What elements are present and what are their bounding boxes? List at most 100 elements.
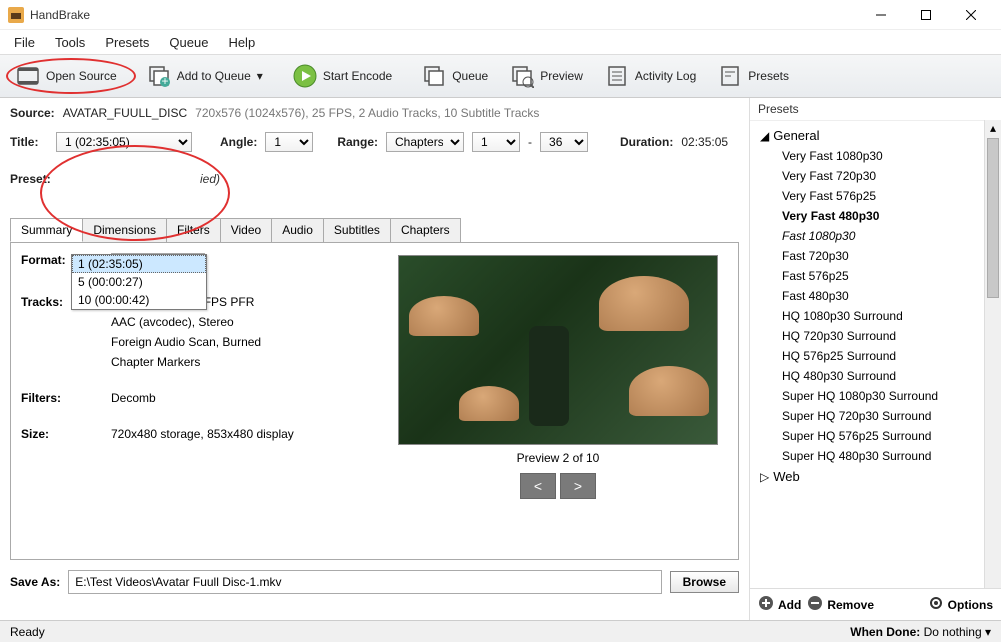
remove-preset-button[interactable]: Remove bbox=[807, 595, 874, 614]
maximize-button[interactable] bbox=[903, 0, 948, 30]
preview-next-button[interactable]: > bbox=[560, 473, 596, 499]
expanded-icon: ◢ bbox=[760, 129, 769, 143]
preview-box: Preview 2 of 10 < > bbox=[398, 255, 718, 499]
presets-sidebar: Presets ◢ GeneralVery Fast 1080p30Very F… bbox=[749, 98, 1001, 620]
source-info: 720x576 (1024x576), 25 FPS, 2 Audio Trac… bbox=[195, 106, 539, 120]
presets-scrollbar[interactable]: ▴ bbox=[984, 120, 1001, 588]
menu-help[interactable]: Help bbox=[218, 32, 265, 53]
range-from-select[interactable]: 1 bbox=[472, 132, 520, 152]
preview-label: Preview bbox=[540, 69, 583, 83]
start-encode-label: Start Encode bbox=[323, 69, 392, 83]
menubar: File Tools Presets Queue Help bbox=[0, 30, 1001, 54]
presets-header: Presets bbox=[750, 98, 1001, 120]
queue-icon bbox=[422, 64, 446, 88]
tab-summary[interactable]: Summary bbox=[10, 218, 83, 242]
svg-text:+: + bbox=[161, 74, 168, 88]
preset-item[interactable]: Fast 1080p30 bbox=[750, 226, 984, 246]
preset-item[interactable]: HQ 720p30 Surround bbox=[750, 326, 984, 346]
title-option-5[interactable]: 5 (00:00:27) bbox=[72, 273, 206, 291]
collapsed-icon: ▷ bbox=[760, 470, 769, 484]
preset-item[interactable]: Super HQ 480p30 Surround bbox=[750, 446, 984, 466]
preset-group[interactable]: ▷ Web bbox=[750, 466, 984, 487]
statusbar: Ready When Done: Do nothing ▾ bbox=[0, 620, 1001, 642]
when-done-dropdown[interactable]: Do nothing ▾ bbox=[924, 625, 991, 639]
tab-dimensions[interactable]: Dimensions bbox=[82, 218, 167, 242]
activity-log-button[interactable]: Activity Log bbox=[595, 60, 706, 92]
preset-item[interactable]: Super HQ 576p25 Surround bbox=[750, 426, 984, 446]
range-sep: - bbox=[528, 135, 532, 149]
preset-item[interactable]: HQ 576p25 Surround bbox=[750, 346, 984, 366]
preset-group[interactable]: ◢ General bbox=[750, 125, 984, 146]
menu-queue[interactable]: Queue bbox=[159, 32, 218, 53]
tab-chapters[interactable]: Chapters bbox=[390, 218, 461, 242]
range-label: Range: bbox=[337, 135, 378, 149]
menu-presets[interactable]: Presets bbox=[95, 32, 159, 53]
preview-image bbox=[398, 255, 718, 445]
add-preset-button[interactable]: Add bbox=[758, 595, 801, 614]
title-select[interactable]: 1 (02:35:05) bbox=[56, 132, 192, 152]
plus-icon bbox=[758, 595, 774, 614]
preview-icon bbox=[510, 64, 534, 88]
preset-item[interactable]: Super HQ 1080p30 Surround bbox=[750, 386, 984, 406]
add-to-queue-label: Add to Queue bbox=[177, 69, 251, 83]
titlebar: HandBrake bbox=[0, 0, 1001, 30]
range-to-select[interactable]: 36 bbox=[540, 132, 588, 152]
browse-button[interactable]: Browse bbox=[670, 571, 739, 593]
size-label: Size: bbox=[21, 413, 101, 441]
preset-item[interactable]: Very Fast 1080p30 bbox=[750, 146, 984, 166]
close-button[interactable] bbox=[948, 0, 993, 30]
preset-item[interactable]: Very Fast 576p25 bbox=[750, 186, 984, 206]
tabs: Summary Dimensions Filters Video Audio S… bbox=[10, 218, 739, 242]
preset-item[interactable]: Fast 720p30 bbox=[750, 246, 984, 266]
play-icon bbox=[293, 64, 317, 88]
tab-filters[interactable]: Filters bbox=[166, 218, 221, 242]
filters-label: Filters: bbox=[21, 377, 101, 405]
dropdown-arrow-icon: ▾ bbox=[257, 69, 263, 83]
menu-tools[interactable]: Tools bbox=[45, 32, 95, 53]
preset-options-button[interactable]: Options bbox=[928, 595, 993, 614]
preview-prev-button[interactable]: < bbox=[520, 473, 556, 499]
presets-icon bbox=[718, 64, 742, 88]
tab-subtitles[interactable]: Subtitles bbox=[323, 218, 391, 242]
preset-label: Preset: bbox=[10, 172, 48, 186]
when-done-label: When Done: bbox=[850, 625, 920, 639]
source-label: Source: bbox=[10, 106, 55, 120]
preset-item[interactable]: Fast 576p25 bbox=[750, 266, 984, 286]
preset-item[interactable]: HQ 1080p30 Surround bbox=[750, 306, 984, 326]
preset-item[interactable]: Super HQ 720p30 Surround bbox=[750, 406, 984, 426]
angle-label: Angle: bbox=[220, 135, 257, 149]
queue-label: Queue bbox=[452, 69, 488, 83]
add-queue-icon: + bbox=[147, 64, 171, 88]
tab-audio[interactable]: Audio bbox=[271, 218, 324, 242]
preset-item[interactable]: HQ 480p30 Surround bbox=[750, 366, 984, 386]
presets-button[interactable]: Presets bbox=[708, 60, 799, 92]
range-type-select[interactable]: Chapters bbox=[386, 132, 464, 152]
tab-video[interactable]: Video bbox=[220, 218, 272, 242]
presets-label: Presets bbox=[748, 69, 789, 83]
minus-icon bbox=[807, 595, 823, 614]
presets-tree: ◢ GeneralVery Fast 1080p30Very Fast 720p… bbox=[750, 120, 984, 588]
open-source-button[interactable]: Open Source bbox=[6, 60, 127, 92]
add-to-queue-button[interactable]: + Add to Queue ▾ bbox=[137, 60, 273, 92]
preview-button[interactable]: Preview bbox=[500, 60, 593, 92]
save-as-label: Save As: bbox=[10, 575, 60, 589]
window-title: HandBrake bbox=[30, 8, 858, 22]
preview-label: Preview 2 of 10 bbox=[398, 451, 718, 465]
menu-file[interactable]: File bbox=[4, 32, 45, 53]
start-encode-button[interactable]: Start Encode bbox=[283, 60, 402, 92]
preset-item[interactable]: Very Fast 720p30 bbox=[750, 166, 984, 186]
title-option-10[interactable]: 10 (00:00:42) bbox=[72, 291, 206, 309]
duration-label: Duration: bbox=[620, 135, 673, 149]
toolbar: Open Source + Add to Queue ▾ Start Encod… bbox=[0, 54, 1001, 98]
save-as-input[interactable] bbox=[68, 570, 661, 594]
save-as-row: Save As: Browse bbox=[10, 570, 739, 594]
source-name: AVATAR_FUULL_DISC bbox=[63, 106, 187, 120]
preset-item[interactable]: Fast 480p30 bbox=[750, 286, 984, 306]
title-dropdown-open: 1 (02:35:05) 5 (00:00:27) 10 (00:00:42) bbox=[71, 254, 207, 310]
preset-suffix: ied) bbox=[200, 172, 220, 186]
queue-button[interactable]: Queue bbox=[412, 60, 498, 92]
preset-item[interactable]: Very Fast 480p30 bbox=[750, 206, 984, 226]
minimize-button[interactable] bbox=[858, 0, 903, 30]
angle-select[interactable]: 1 bbox=[265, 132, 313, 152]
title-option-1[interactable]: 1 (02:35:05) bbox=[72, 255, 206, 273]
